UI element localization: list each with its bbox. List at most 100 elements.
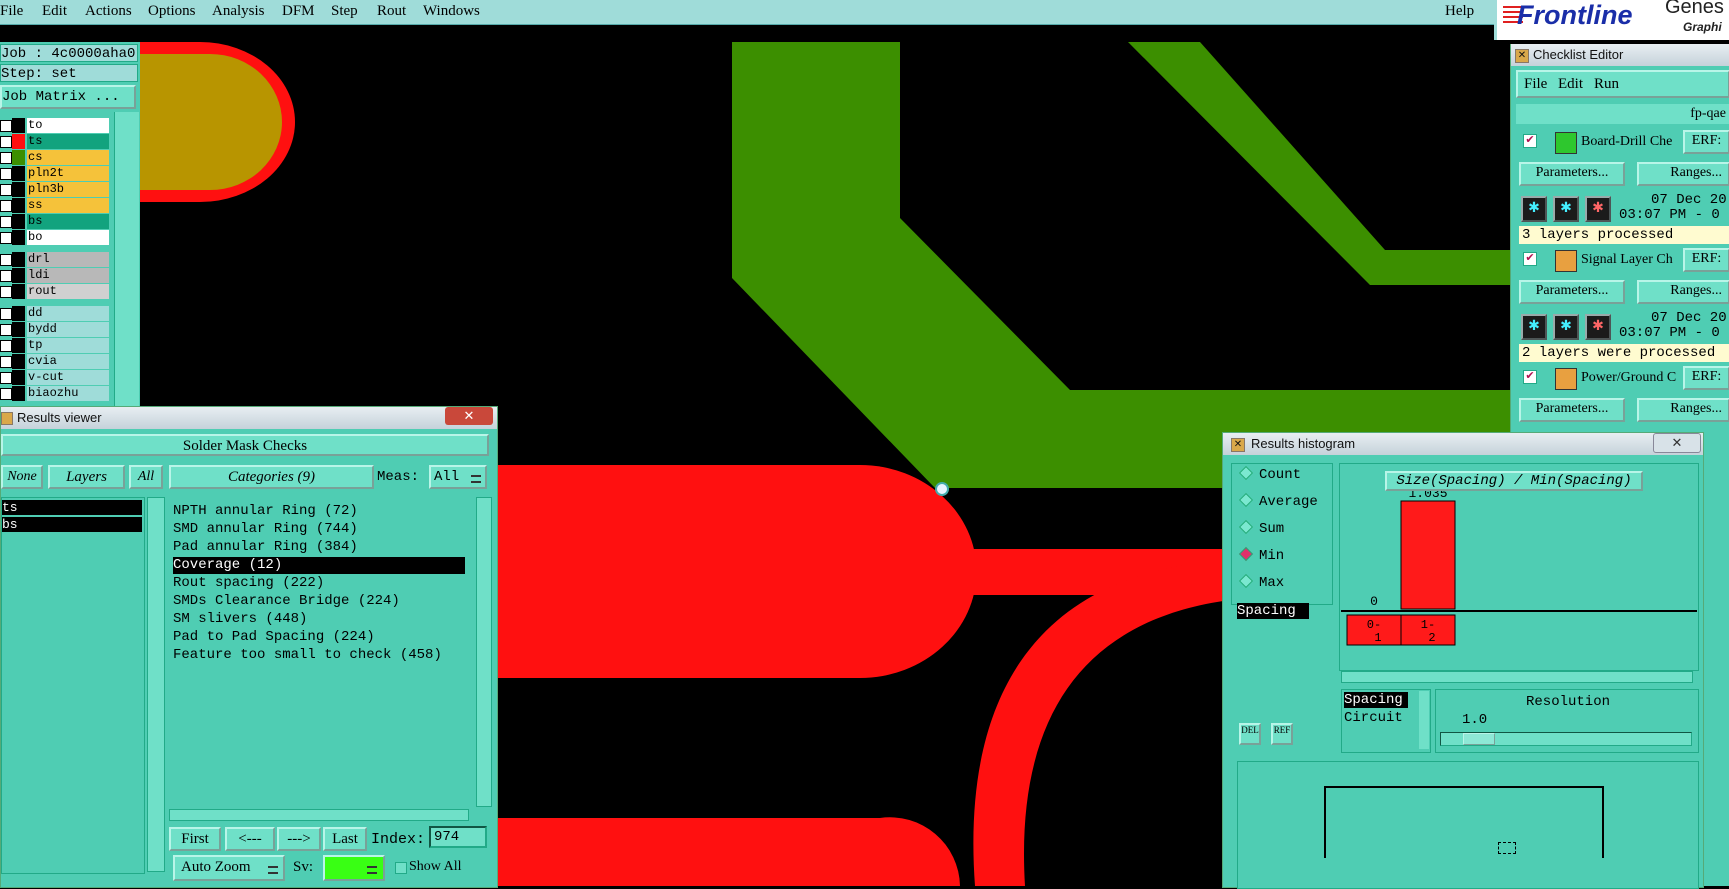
layer-checkbox[interactable] [0, 372, 12, 384]
menu-rout[interactable]: Rout [377, 3, 406, 20]
layer-checkbox[interactable] [0, 254, 12, 266]
layer-checkbox[interactable] [0, 120, 12, 132]
layer-row[interactable]: pln2t [0, 166, 110, 181]
layers-button[interactable]: Layers [48, 465, 125, 489]
erf-button[interactable]: ERF: [1683, 248, 1729, 272]
run-icon[interactable]: ✱ [1553, 314, 1579, 340]
category-item[interactable]: Pad to Pad Spacing (224) [173, 629, 465, 646]
type-list-scrollbar[interactable] [1419, 691, 1429, 749]
check-enable-checkbox[interactable]: ✔ [1523, 252, 1537, 266]
chart-hscrollbar[interactable] [1341, 671, 1693, 683]
radio-count[interactable]: Count [1238, 465, 1301, 483]
show-all-checkbox[interactable] [395, 862, 407, 874]
check-name[interactable]: Board-Drill Che [1581, 134, 1672, 150]
ranges-button[interactable]: Ranges... [1637, 162, 1729, 186]
index-input[interactable]: 974 [429, 826, 487, 848]
slider-thumb[interactable] [1463, 733, 1495, 745]
job-matrix-button[interactable]: Job Matrix ... [0, 85, 136, 109]
result-layer-item[interactable]: ts [2, 500, 142, 515]
layer-row[interactable]: biaozhu [0, 386, 110, 401]
layer-row[interactable]: pln3b [0, 182, 110, 197]
category-item[interactable]: Rout spacing (222) [173, 575, 465, 592]
layer-row[interactable]: drl [0, 252, 110, 267]
close-icon[interactable]: ✕ [1515, 49, 1529, 63]
measure-item[interactable]: Spacing [1237, 603, 1309, 619]
check-name[interactable]: Power/Ground C [1581, 370, 1676, 386]
erf-button[interactable]: ERF: [1683, 130, 1729, 154]
auto-zoom-select[interactable]: Auto Zoom [173, 855, 285, 881]
layer-row[interactable]: ss [0, 198, 110, 213]
layer-scrollbar[interactable] [114, 112, 139, 407]
categories-scrollbar[interactable] [476, 497, 492, 807]
layer-checkbox[interactable] [0, 324, 12, 336]
layer-name[interactable]: pln3b [27, 182, 109, 197]
results-viewer-titlebar[interactable]: Results viewer ✕ [1, 407, 497, 429]
layer-row[interactable]: ts [0, 134, 110, 149]
close-icon[interactable]: ✕ [1653, 433, 1701, 453]
layer-name[interactable]: bo [27, 230, 109, 245]
category-item[interactable]: SMD annular Ring (744) [173, 521, 465, 538]
layer-name[interactable]: v-cut [27, 370, 109, 385]
layer-name[interactable]: cvia [27, 354, 109, 369]
parameters-button[interactable]: Parameters... [1519, 162, 1625, 186]
layer-row[interactable]: bs [0, 214, 110, 229]
category-item[interactable]: SM slivers (448) [173, 611, 465, 628]
layer-checkbox[interactable] [0, 216, 12, 228]
radio-max[interactable]: Max [1238, 573, 1284, 591]
ref-button[interactable]: REF [1271, 723, 1293, 745]
menu-help[interactable]: Help [1445, 3, 1474, 20]
layer-row[interactable]: cs [0, 150, 110, 165]
none-button[interactable]: None [1, 465, 43, 489]
menu-options[interactable]: Options [148, 3, 196, 20]
run-icon[interactable]: ✱ [1521, 314, 1547, 340]
del-button[interactable]: DEL [1239, 723, 1261, 745]
checklist-titlebar[interactable]: ✕ Checklist Editor [1511, 44, 1729, 66]
layer-name[interactable]: ss [27, 198, 109, 213]
layer-row[interactable]: bydd [0, 322, 110, 337]
all-button[interactable]: All [129, 465, 163, 489]
layer-checkbox[interactable] [0, 340, 12, 352]
check-enable-checkbox[interactable]: ✔ [1523, 370, 1537, 384]
ranges-button[interactable]: Ranges... [1637, 280, 1729, 304]
last-button[interactable]: Last [323, 827, 367, 851]
categories-hscrollbar[interactable] [169, 809, 469, 821]
layer-checkbox[interactable] [0, 184, 12, 196]
parameters-button[interactable]: Parameters... [1519, 398, 1625, 422]
parameters-button[interactable]: Parameters... [1519, 280, 1625, 304]
category-item[interactable]: Feature too small to check (458) [173, 647, 465, 664]
category-item[interactable]: SMDs Clearance Bridge (224) [173, 593, 465, 610]
layer-name[interactable]: bydd [27, 322, 109, 337]
layer-name[interactable]: ts [27, 134, 109, 149]
menu-file[interactable]: File [0, 3, 23, 20]
histogram-bar[interactable] [1400, 500, 1456, 610]
layer-checkbox[interactable] [0, 388, 12, 400]
radio-sum[interactable]: Sum [1238, 519, 1284, 537]
layer-checkbox[interactable] [0, 168, 12, 180]
layer-name[interactable]: pln2t [27, 166, 109, 181]
checklist-menu-run[interactable]: Run [1594, 76, 1619, 93]
layer-name[interactable]: dd [27, 306, 109, 321]
layer-checkbox[interactable] [0, 200, 12, 212]
menu-analysis[interactable]: Analysis [212, 3, 265, 20]
layer-row[interactable]: bo [0, 230, 110, 245]
run-icon[interactable]: ✱ [1585, 196, 1611, 222]
checklist-menu-file[interactable]: File [1524, 76, 1547, 93]
prev-button[interactable]: <--- [225, 827, 275, 851]
layer-row[interactable]: rout [0, 284, 110, 299]
board-preview[interactable] [1237, 761, 1699, 889]
check-enable-checkbox[interactable]: ✔ [1523, 134, 1537, 148]
layer-row[interactable]: dd [0, 306, 110, 321]
meas-select[interactable]: All [429, 465, 487, 489]
layer-row[interactable]: v-cut [0, 370, 110, 385]
menu-step[interactable]: Step [331, 3, 358, 20]
category-item[interactable]: Pad annular Ring (384) [173, 539, 465, 556]
layer-name[interactable]: ldi [27, 268, 109, 283]
run-icon[interactable]: ✱ [1521, 196, 1547, 222]
layer-row[interactable]: ldi [0, 268, 110, 283]
layer-checkbox[interactable] [0, 232, 12, 244]
layer-name[interactable]: rout [27, 284, 109, 299]
histogram-titlebar[interactable]: ✕ Results histogram ✕ [1223, 433, 1703, 455]
sv-select[interactable] [323, 855, 385, 881]
layer-checkbox[interactable] [0, 270, 12, 282]
run-icon[interactable]: ✱ [1553, 196, 1579, 222]
